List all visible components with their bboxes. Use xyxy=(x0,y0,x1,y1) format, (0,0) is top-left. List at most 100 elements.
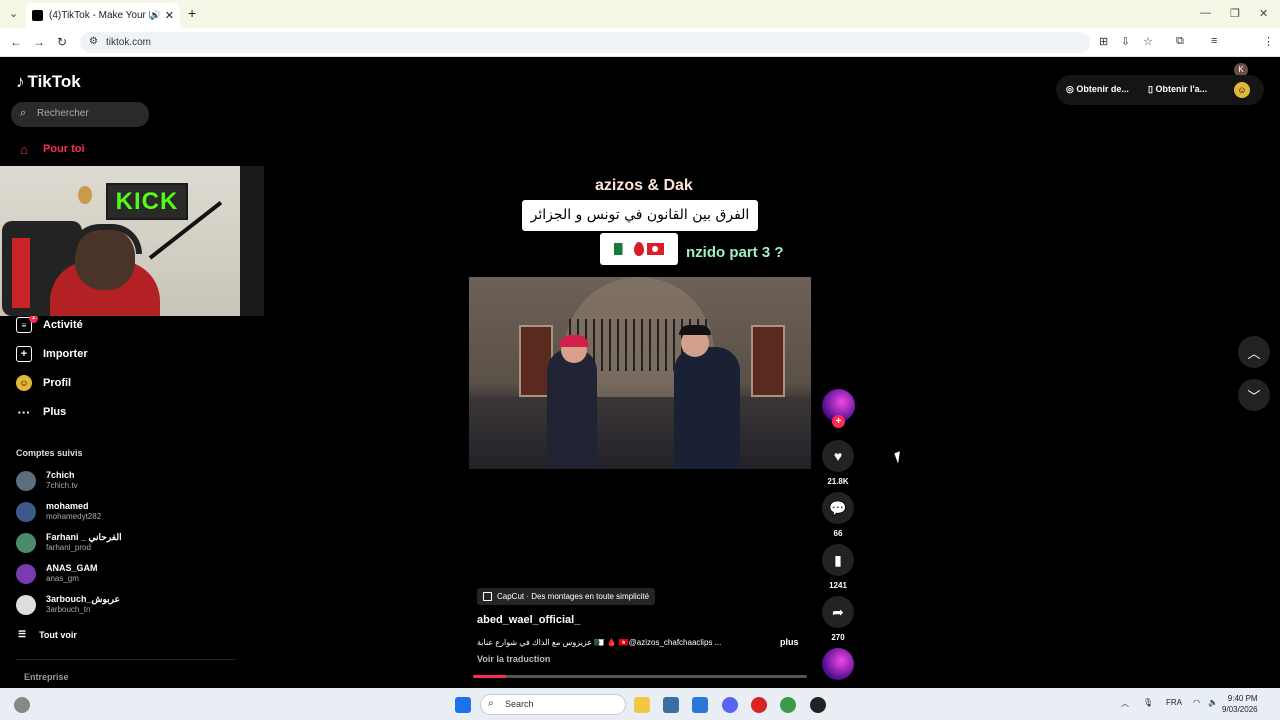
new-tab-button[interactable]: + xyxy=(188,5,196,21)
get-coins-label: Obtenir de... xyxy=(1076,84,1129,94)
browser-tabbar: ⌄ (4)TikTok - Make Your Day 🔊 ✕ + — ❐ ✕ xyxy=(0,0,1280,28)
account-name: Farhani _ الفرحاني xyxy=(46,532,122,542)
menu-item-profile[interactable]: ☺ Profil xyxy=(16,375,71,391)
upload-plus-icon: + xyxy=(16,346,32,362)
menu-item-upload[interactable]: + Importer xyxy=(16,346,88,362)
see-more-button[interactable]: plus xyxy=(780,637,799,647)
menu-label: Pour toi xyxy=(43,143,85,155)
capcut-badge[interactable]: CapCut · Des montages en toute simplicit… xyxy=(477,588,656,605)
account-avatar xyxy=(16,595,36,615)
get-app-label: Obtenir l'a... xyxy=(1155,84,1208,94)
close-tab-icon[interactable]: ✕ xyxy=(165,9,174,22)
start-icon[interactable] xyxy=(455,697,471,713)
clock[interactable]: 9:40 PM 9/03/2026 xyxy=(1222,693,1258,715)
menu-item-activity[interactable]: ≡ 1 Activité xyxy=(16,314,83,333)
taskbar-search[interactable]: ⌕ Search xyxy=(480,694,626,715)
share-button[interactable]: ➦ xyxy=(822,596,854,628)
black-cap xyxy=(679,325,711,335)
followed-account[interactable]: 7chich 7chich.tv xyxy=(16,468,256,494)
tab-title: (4)TikTok - Make Your Day xyxy=(49,10,150,21)
forward-icon[interactable]: → xyxy=(33,35,45,49)
person-left xyxy=(547,349,597,467)
language-indicator[interactable]: FRA xyxy=(1166,698,1182,707)
bookmark-star-icon[interactable]: ☆ xyxy=(1143,35,1153,48)
account-avatar xyxy=(16,533,36,553)
next-video-button[interactable]: ﹀ xyxy=(1238,379,1270,411)
reload-icon[interactable]: ↻ xyxy=(57,35,67,49)
store-icon[interactable] xyxy=(663,697,679,713)
account-name: 7chich xyxy=(46,470,75,480)
opera-icon[interactable] xyxy=(751,697,767,713)
tunisia-flag-icon xyxy=(647,243,664,255)
video-player[interactable] xyxy=(469,277,811,469)
translate-icon[interactable]: ⊞ xyxy=(1099,35,1108,48)
divider xyxy=(16,659,236,660)
video-caption-part: nzido part 3 ? xyxy=(686,244,784,261)
url-field[interactable]: ⚙ tiktok.com xyxy=(80,32,1090,53)
menu-item-more[interactable]: ··· Plus xyxy=(16,404,67,420)
followed-account[interactable]: mohamed mohamedyt282 xyxy=(16,499,256,525)
followed-accounts-heading: Comptes suivis xyxy=(16,448,83,458)
get-coins-button[interactable]: ◎ Obtenir de... xyxy=(1066,84,1129,95)
menu-dots-icon[interactable]: ⋮ xyxy=(1263,35,1274,48)
minimize-icon[interactable]: — xyxy=(1200,7,1211,19)
file-explorer-icon[interactable] xyxy=(634,697,650,713)
previous-video-button[interactable]: ︿ xyxy=(1238,336,1270,368)
install-icon[interactable]: ⇩ xyxy=(1121,35,1130,48)
menu-item-for-you[interactable]: ⌂ Pour toi xyxy=(16,141,85,157)
comment-icon: 💬 xyxy=(829,499,847,516)
save-button[interactable]: ▮ xyxy=(822,544,854,576)
user-avatar[interactable]: ☺ xyxy=(1234,82,1250,98)
music-disc[interactable] xyxy=(822,648,854,680)
back-icon[interactable]: ← xyxy=(10,35,22,49)
close-window-icon[interactable]: ✕ xyxy=(1259,7,1268,20)
search-input[interactable]: ⌕ Rechercher xyxy=(11,102,149,127)
see-all-link[interactable]: ☰ Tout voir xyxy=(18,629,77,640)
search-icon: ⌕ xyxy=(488,698,494,709)
company-link[interactable]: Entreprise xyxy=(24,672,69,682)
search-icon: ⌕ xyxy=(20,107,27,119)
clock-date: 9/03/2026 xyxy=(1222,705,1258,714)
tab-list-icon[interactable]: ⌄ xyxy=(9,7,18,20)
follow-plus-icon[interactable]: + xyxy=(832,415,845,428)
wifi-icon[interactable]: ◠ xyxy=(1193,698,1200,707)
like-button[interactable]: ♥ xyxy=(822,440,854,472)
video-author[interactable]: abed_wael_official_ xyxy=(477,614,580,626)
volume-icon[interactable]: 🔈 xyxy=(1208,698,1218,707)
account-avatar xyxy=(16,502,36,522)
tray-chevron-icon[interactable]: ︿ xyxy=(1121,698,1129,709)
chrome-icon[interactable] xyxy=(780,697,796,713)
outlook-icon[interactable] xyxy=(692,697,708,713)
comment-button[interactable]: 💬 xyxy=(822,492,854,524)
chair-stripe xyxy=(12,238,30,308)
account-handle: mohamedyt282 xyxy=(46,512,102,521)
video-description: عزيزوس مع الداك في شوارع عنابة 🇩🇿 🩸 🇹🇳@a… xyxy=(477,638,722,647)
browser-tab[interactable]: (4)TikTok - Make Your Day 🔊 ✕ xyxy=(26,3,180,28)
app-icon[interactable] xyxy=(810,697,826,713)
get-app-button[interactable]: ▯ Obtenir l'a... xyxy=(1148,84,1207,95)
tiktok-note-icon: ♪ xyxy=(16,72,25,91)
red-cap xyxy=(559,335,589,347)
followed-account[interactable]: Farhani _ الفرحاني farhani_prod xyxy=(16,530,256,556)
save-count: 1241 xyxy=(829,581,847,590)
maximize-icon[interactable]: ❐ xyxy=(1230,7,1240,20)
site-info-icon[interactable]: ⚙ xyxy=(89,36,98,47)
discord-icon[interactable] xyxy=(722,697,738,713)
video-caption-arabic: الفرق بين القانون في تونس و الجزائر xyxy=(522,200,758,231)
coin-icon: ◎ xyxy=(1066,84,1077,94)
followed-account[interactable]: 3arbouch_عربوش 3arbouch_tn xyxy=(16,592,256,618)
building-door xyxy=(751,325,785,397)
translate-link[interactable]: Voir la traduction xyxy=(477,654,550,664)
followed-account[interactable]: ANAS_GAM anas_gm xyxy=(16,561,256,587)
video-progress-bar[interactable] xyxy=(473,675,807,678)
account-name: mohamed xyxy=(46,501,89,511)
microphone-icon[interactable]: 🎙 xyxy=(1143,698,1153,707)
reading-list-icon[interactable]: ≡ xyxy=(1211,35,1217,47)
tiktok-logo[interactable]: ♪ TikTok xyxy=(16,72,81,92)
extensions-icon[interactable]: ⧉ xyxy=(1176,35,1184,48)
like-count: 21.8K xyxy=(827,477,849,486)
webcam-edge xyxy=(240,166,264,316)
clock-time: 9:40 PM xyxy=(1227,694,1258,703)
widgets-icon[interactable] xyxy=(14,697,30,713)
speaker-icon[interactable]: 🔊 xyxy=(150,10,161,21)
